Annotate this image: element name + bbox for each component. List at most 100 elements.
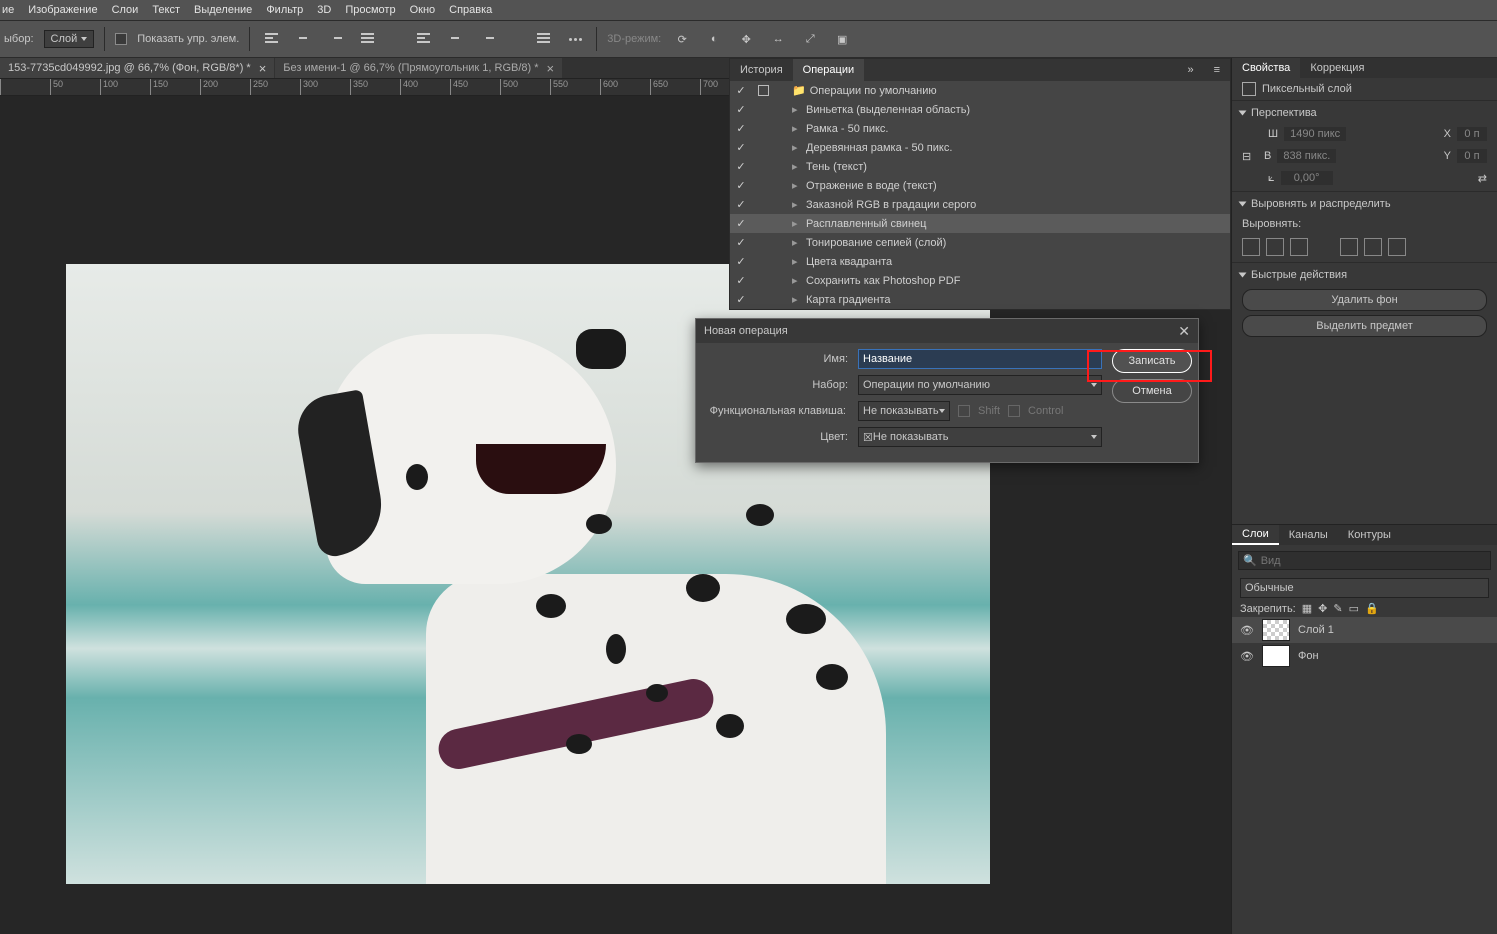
align-top-icon[interactable] (412, 28, 434, 50)
3d-camera-icon[interactable]: ▣ (831, 28, 853, 50)
close-icon[interactable]: ✕ (1178, 323, 1190, 340)
flip-h-icon[interactable]: ⇄ (1478, 172, 1487, 185)
menu-help[interactable]: Справка (449, 4, 492, 16)
menu-filter[interactable]: Фильтр (266, 4, 303, 16)
color-select[interactable]: ☒ Не показывать (858, 427, 1102, 447)
align-hcenter-icon[interactable] (292, 28, 314, 50)
action-row[interactable]: ✓▸Виньетка (выделенная область) (730, 100, 1230, 119)
layers-tab[interactable]: Слои (1232, 525, 1279, 545)
level-select[interactable]: Слой (44, 30, 95, 48)
toggle-icon[interactable]: ✓ (730, 217, 752, 230)
align-vcenter-button[interactable] (1364, 238, 1382, 256)
toggle-icon[interactable]: ✓ (730, 255, 752, 268)
action-name-input[interactable] (858, 349, 1102, 369)
height-value[interactable]: 838 пикс. (1277, 149, 1336, 163)
toggle-icon[interactable]: ✓ (730, 103, 752, 116)
properties-tab[interactable]: Свойства (1232, 58, 1300, 78)
align-vcenter-icon[interactable] (444, 28, 466, 50)
chevron-right-icon[interactable]: ▸ (792, 141, 806, 154)
select-subject-button[interactable]: Выделить предмет (1242, 315, 1487, 337)
menu-text[interactable]: Текст (152, 4, 180, 16)
y-value[interactable]: 0 п (1457, 149, 1487, 163)
chevron-right-icon[interactable]: ▸ (792, 160, 806, 173)
chevron-right-icon[interactable]: ▸ (792, 122, 806, 135)
align-hcenter-button[interactable] (1266, 238, 1284, 256)
doc-tab[interactable]: Без имени-1 @ 66,7% (Прямоугольник 1, RG… (275, 58, 562, 78)
layer-filter-input[interactable] (1261, 555, 1486, 567)
toggle-icon[interactable]: ✓ (730, 84, 752, 97)
chevron-right-icon[interactable]: ▸ (792, 293, 806, 306)
align-left-button[interactable] (1242, 238, 1260, 256)
panel-menu-icon[interactable]: ≡ (1204, 59, 1230, 81)
menu-item[interactable]: ие (2, 4, 14, 16)
perspective-section[interactable]: Перспектива (1232, 103, 1497, 123)
close-icon[interactable]: × (259, 61, 267, 76)
toggle-icon[interactable]: ✓ (730, 274, 752, 287)
quick-actions-section[interactable]: Быстрые действия (1232, 265, 1497, 285)
chevron-right-icon[interactable]: ▸ (792, 255, 806, 268)
action-row[interactable]: ✓▸Сохранить как Photoshop PDF (730, 271, 1230, 290)
close-icon[interactable]: × (547, 61, 555, 76)
record-button[interactable]: Записать (1112, 349, 1192, 373)
lock-artboard-icon[interactable]: ▭ (1349, 602, 1359, 615)
toggle-icon[interactable]: ✓ (730, 293, 752, 306)
align-bottom-button[interactable] (1388, 238, 1406, 256)
toggle-icon[interactable]: ✓ (730, 179, 752, 192)
layer-item[interactable]: 👁 Слой 1 (1232, 617, 1497, 643)
more-icon[interactable] (564, 28, 586, 50)
menu-layers[interactable]: Слои (112, 4, 139, 16)
chevron-right-icon[interactable]: ▸ (792, 103, 806, 116)
distribute-icon[interactable] (532, 28, 554, 50)
chevron-right-icon[interactable]: ▸ (792, 274, 806, 287)
lock-brush-icon[interactable]: ✎ (1333, 602, 1342, 615)
align-right-button[interactable] (1290, 238, 1308, 256)
lock-all-icon[interactable]: 🔒 (1365, 602, 1379, 615)
chevron-right-icon[interactable]: ▸ (792, 217, 806, 230)
visibility-icon[interactable]: 👁 (1240, 624, 1254, 637)
corrections-tab[interactable]: Коррекция (1300, 58, 1374, 78)
action-row[interactable]: ✓▸Заказной RGB в градации серого (730, 195, 1230, 214)
actions-tab[interactable]: Операции (793, 59, 864, 81)
toggle-icon[interactable]: ✓ (730, 198, 752, 211)
layer-search[interactable]: 🔍 (1238, 551, 1491, 570)
toggle-icon[interactable]: ✓ (730, 122, 752, 135)
toggle-icon[interactable]: ✓ (730, 160, 752, 173)
x-value[interactable]: 0 п (1457, 127, 1487, 141)
align-justify-icon[interactable] (356, 28, 378, 50)
3d-slide-icon[interactable]: ↔ (767, 28, 789, 50)
show-controls-checkbox[interactable] (115, 33, 127, 45)
action-row[interactable]: ✓▸Деревянная рамка - 50 пикс. (730, 138, 1230, 157)
doc-tab-active[interactable]: 153-7735cd049992.jpg @ 66,7% (Фон, RGB/8… (0, 58, 274, 78)
visibility-icon[interactable]: 👁 (1240, 650, 1254, 663)
set-select[interactable]: Операции по умолчанию (858, 375, 1102, 395)
menu-3d[interactable]: 3D (317, 4, 331, 16)
action-row[interactable]: ✓▸Тонирование сепией (слой) (730, 233, 1230, 252)
link-icon[interactable]: ⊟ (1242, 150, 1246, 163)
action-row[interactable]: ✓▸Карта градиента (730, 290, 1230, 309)
action-row[interactable]: ✓▸Отражение в воде (текст) (730, 176, 1230, 195)
lock-pixels-icon[interactable]: ▦ (1302, 602, 1312, 615)
channels-tab[interactable]: Каналы (1279, 525, 1338, 545)
action-row[interactable]: ✓▸Цвета квадранта (730, 252, 1230, 271)
func-key-select[interactable]: Не показывать (858, 401, 950, 421)
3d-pan-icon[interactable]: ✥ (735, 28, 757, 50)
action-row[interactable]: ✓▸Расплавленный свинец (730, 214, 1230, 233)
lock-position-icon[interactable]: ✥ (1318, 602, 1327, 615)
action-row[interactable]: ✓▸Рамка - 50 пикс. (730, 119, 1230, 138)
layer-name[interactable]: Фон (1298, 650, 1319, 662)
3d-scale-icon[interactable]: ⤢ (799, 28, 821, 50)
chevron-right-icon[interactable]: ▸ (792, 236, 806, 249)
control-checkbox[interactable] (1008, 405, 1020, 417)
actions-list[interactable]: ✓📁Операции по умолчанию✓▸Виньетка (выдел… (730, 81, 1230, 309)
3d-orbit-icon[interactable]: ⟳ (671, 28, 693, 50)
align-top-button[interactable] (1340, 238, 1358, 256)
paths-tab[interactable]: Контуры (1338, 525, 1401, 545)
chevron-right-icon[interactable]: ▸ (792, 179, 806, 192)
align-section[interactable]: Выровнять и распределить (1232, 194, 1497, 214)
history-tab[interactable]: История (730, 59, 793, 81)
menu-view[interactable]: Просмотр (345, 4, 395, 16)
layer-name[interactable]: Слой 1 (1298, 624, 1334, 636)
align-bottom-icon[interactable] (476, 28, 498, 50)
align-right-icon[interactable] (324, 28, 346, 50)
toggle-icon[interactable]: ✓ (730, 236, 752, 249)
